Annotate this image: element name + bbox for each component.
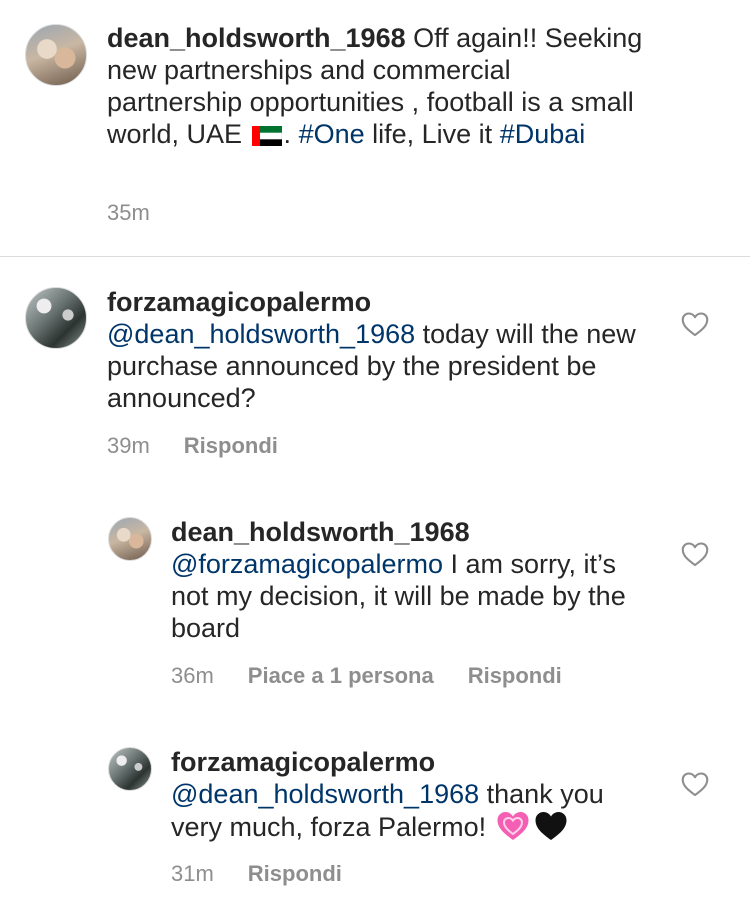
likes-count-button[interactable]: Piace a 1 persona [248,663,434,689]
comment-mention[interactable]: @dean_holdsworth_1968 [107,319,415,349]
reply-text: dean_holdsworth_1968 @forzamagicopalermo… [171,516,641,644]
caption-text: dean_holdsworth_1968 Off again!! Seeking… [107,22,647,150]
comment-avatar[interactable] [25,287,87,349]
caption-timestamp: 35m [107,200,150,225]
comment-username[interactable]: forzamagicopalermo [107,287,371,317]
reply-timestamp: 31m [171,861,214,886]
uae-flag-icon [251,121,282,147]
reply-mention[interactable]: @forzamagicopalermo [171,549,443,579]
like-heart-icon[interactable] [681,771,709,797]
divider [0,256,750,257]
reply-meta: 36m Piace a 1 persona Rispondi [171,663,562,689]
like-heart-icon[interactable] [681,311,709,337]
caption-avatar[interactable] [25,24,87,86]
comment-timestamp: 39m [107,433,150,458]
caption-body-3: life, Live it [364,119,500,149]
reply-text: forzamagicopalermo @dean_holdsworth_1968… [171,746,641,843]
comment-text: forzamagicopalermo @dean_holdsworth_1968… [107,286,637,414]
reply-meta: 31m Rispondi [171,861,342,887]
caption-body-2: . [283,119,299,149]
reply-mention[interactable]: @dean_holdsworth_1968 [171,779,479,809]
hashtag-one[interactable]: #One [299,119,365,149]
reply-username[interactable]: dean_holdsworth_1968 [171,517,470,547]
reply-timestamp: 36m [171,663,214,688]
reply-avatar[interactable] [108,747,152,791]
caption-username[interactable]: dean_holdsworth_1968 [107,23,406,53]
reply-button[interactable]: Rispondi [248,861,342,887]
reply-avatar[interactable] [108,517,152,561]
caption-meta: 35m [107,200,150,226]
black-heart-emoji [534,810,568,842]
pink-heart-emoji [496,810,530,842]
reply-button[interactable]: Rispondi [468,663,562,689]
reply-button[interactable]: Rispondi [184,433,278,459]
comment-meta: 39m Rispondi [107,433,278,459]
hashtag-dubai[interactable]: #Dubai [500,119,586,149]
like-heart-icon[interactable] [681,541,709,567]
reply-username[interactable]: forzamagicopalermo [171,747,435,777]
